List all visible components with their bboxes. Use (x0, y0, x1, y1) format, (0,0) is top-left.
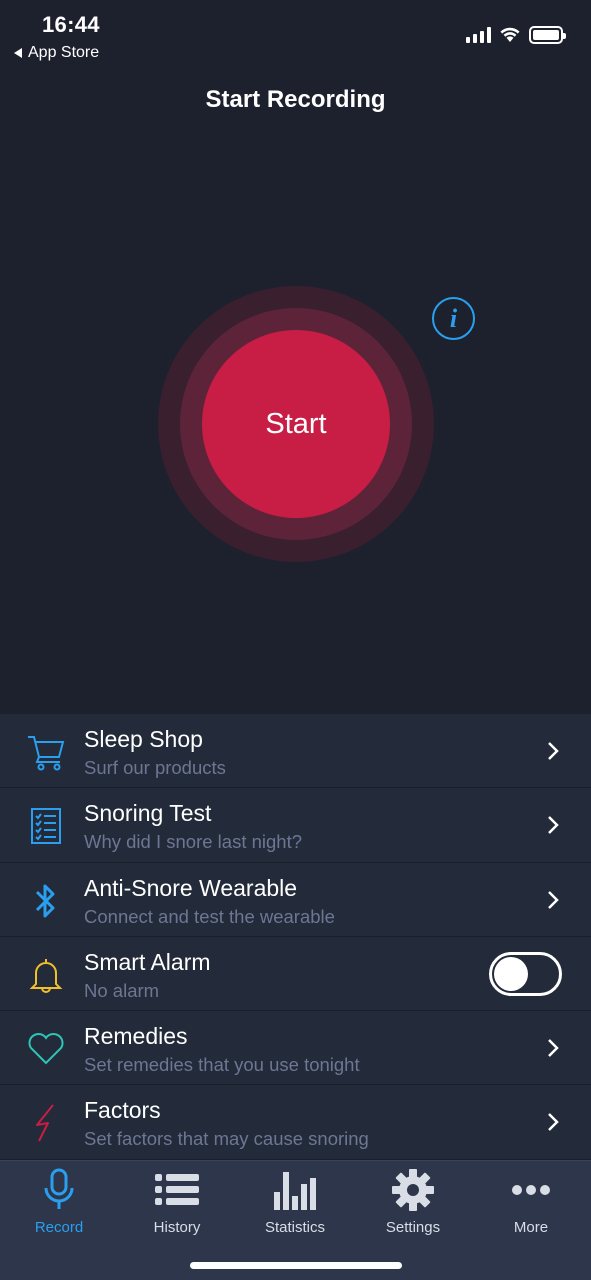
chevron-right-icon (548, 1039, 559, 1058)
gear-icon (391, 1167, 435, 1213)
list-item-title: Remedies (84, 1023, 188, 1050)
list-item-title: Sleep Shop (84, 726, 203, 752)
list-item-subtitle: Connect and test the wearable (84, 905, 335, 927)
microphone-icon (43, 1167, 75, 1213)
list-item-subtitle: Set factors that may cause snoring (84, 1128, 369, 1150)
list-item-title: Factors (84, 1097, 161, 1124)
tab-history[interactable]: History (118, 1167, 236, 1239)
tab-label: Statistics (264, 1219, 325, 1236)
chevron-right-icon (548, 742, 559, 760)
bluetooth-icon (26, 881, 66, 921)
battery-icon (529, 26, 566, 44)
list-item-title: Smart Alarm (84, 948, 211, 975)
list-item-subtitle: Surf our products (84, 757, 226, 778)
chevron-right-icon (548, 890, 559, 909)
more-dots-icon (511, 1167, 551, 1213)
status-bar: 16:44 App Store (0, 0, 591, 70)
lightning-icon (26, 1103, 66, 1143)
list-item-subtitle: Why did I snore last night? (84, 831, 302, 853)
tab-label: Record (34, 1219, 84, 1236)
list-item-remedies[interactable]: Remedies Set remedies that you use tonig… (0, 1011, 591, 1086)
home-indicator[interactable] (190, 1262, 402, 1269)
list-item-title: Anti-Snore Wearable (84, 874, 298, 901)
bar-chart-icon (273, 1167, 317, 1213)
info-icon[interactable]: i (432, 297, 475, 340)
tab-settings[interactable]: Settings (354, 1167, 472, 1239)
list-item-title: Snoring Test (84, 800, 212, 827)
list-item-factors[interactable]: Factors Set factors that may cause snori… (0, 1085, 591, 1160)
tab-more[interactable]: More (472, 1167, 590, 1239)
list-item-subtitle: Set remedies that you use tonight (84, 1054, 360, 1076)
back-to-app-link[interactable]: App Store (14, 44, 99, 62)
start-recording-button[interactable]: Start (202, 330, 390, 518)
list-item-snoring-test[interactable]: Snoring Test Why did I snore last night? (0, 788, 591, 863)
chevron-right-icon (548, 1113, 559, 1132)
back-app-label: App Store (28, 44, 100, 61)
tab-statistics[interactable]: Statistics (236, 1167, 354, 1239)
list-item-smart-alarm: Smart Alarm No alarm (0, 937, 591, 1012)
chevron-right-icon (548, 816, 559, 835)
toggle-knob (494, 956, 528, 991)
cellular-signal-icon (466, 27, 491, 43)
list-item-sleep-shop[interactable]: Sleep Shop Surf our products (0, 714, 591, 789)
page-title: Start Recording (205, 86, 386, 113)
bell-icon (26, 955, 66, 995)
back-arrow-icon (14, 48, 22, 58)
list-item-anti-snore-wearable[interactable]: Anti-Snore Wearable Connect and test the… (0, 863, 591, 937)
cart-icon (26, 732, 66, 772)
tab-record[interactable]: Record (0, 1167, 118, 1239)
checklist-icon (26, 806, 66, 846)
tab-label: History (153, 1219, 201, 1236)
list-icon (155, 1167, 199, 1213)
tab-label: More (513, 1219, 549, 1236)
heart-icon (26, 1029, 66, 1069)
status-time: 16:44 (42, 12, 100, 37)
options-list: Sleep Shop Surf our products Snoring Tes… (0, 714, 591, 1160)
wifi-icon (500, 27, 520, 42)
list-item-subtitle: No alarm (84, 979, 160, 1001)
tab-label: Settings (385, 1219, 441, 1236)
smart-alarm-toggle[interactable] (489, 951, 562, 996)
